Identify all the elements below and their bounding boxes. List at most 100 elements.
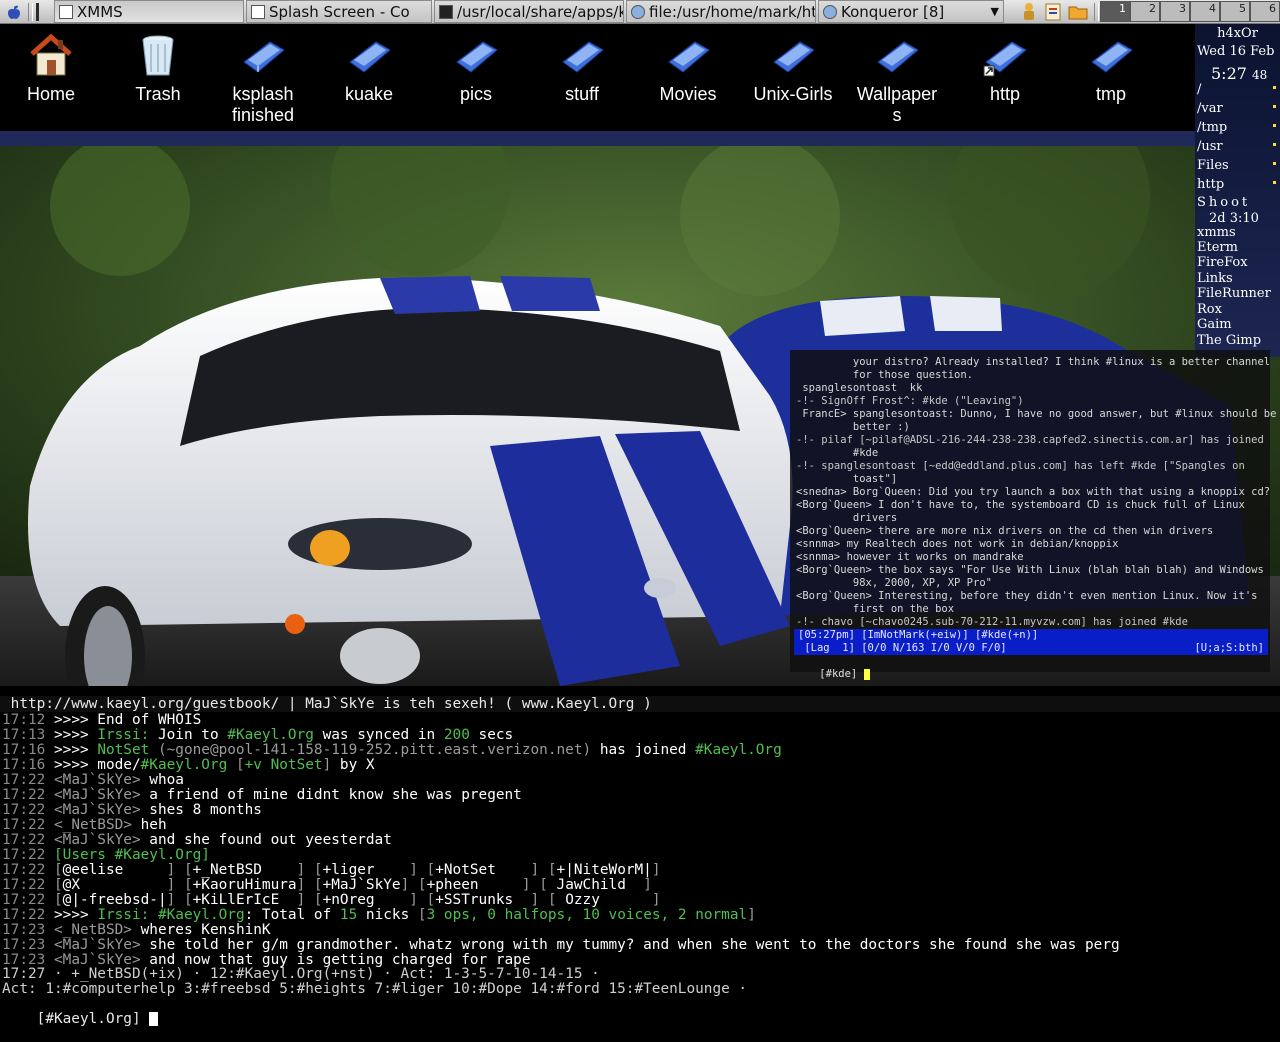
folder-icon (1088, 32, 1134, 78)
irc-message-text: +_NetBSD (192, 862, 297, 878)
task-splash-screen[interactable]: Splash Screen - Co (246, 0, 432, 23)
irc-message-line: spanglesontoast kk (796, 382, 923, 394)
irc-message-text: [ (45, 862, 63, 878)
desktop-icon-home[interactable]: Home (3, 32, 99, 105)
irc-message-line: -!- SignOff Frost^: #kde ("Leaving") (796, 395, 1024, 407)
irc-input[interactable]: [#Kaeyl.Org] (2, 997, 159, 1027)
user-icon[interactable] (1020, 2, 1038, 21)
konqueror-icon (823, 4, 837, 19)
irc-window-kde[interactable]: your distro? Already installed? I think … (790, 350, 1276, 680)
taskbar: XMMS Splash Screen - Co /usr/local/share… (0, 0, 1280, 24)
irc-timestamp: 17:16 (2, 742, 46, 758)
mount-led-icon (1273, 143, 1276, 146)
irc-message-text: secs (469, 727, 514, 743)
desktop-icon-label: tmp (1095, 84, 1126, 104)
irc-message-text: +SSTrunks (435, 892, 531, 908)
task-konqueror[interactable]: Konqueror [8] ▼ (818, 0, 1004, 23)
desktop-icon-http[interactable]: http (957, 32, 1053, 105)
irc-message-line: your distro? Already installed? I think … (796, 356, 1271, 368)
irc-timestamp: 17:22 (2, 832, 46, 848)
irc-timestamp: 17:13 (2, 727, 46, 743)
irc-message-text: shes 8 months (149, 802, 262, 818)
irc-message-text: wheres KenshinK (140, 922, 271, 938)
launcher-rox[interactable]: Rox (1197, 302, 1278, 317)
irc-message-line: drivers (796, 512, 898, 524)
desktop-icon-ksplash-finished[interactable]: ksplash finished (215, 32, 311, 126)
desktop-pager-4[interactable]: 4 (1190, 1, 1220, 22)
irc-message-text: whoa (149, 772, 184, 788)
irc-timestamp: 17:16 (2, 757, 46, 773)
irc-message-text: was synced in (313, 727, 444, 743)
taskbar-grip (1094, 3, 1099, 21)
save-icon (251, 4, 265, 19)
desktop-pager-5[interactable]: 5 (1220, 1, 1250, 22)
launcher-links[interactable]: Links (1197, 271, 1278, 286)
irc-message-text: ] [ (166, 877, 193, 893)
irc-message-text: #Kaeyl.Org (227, 727, 314, 743)
desktop-icon-wallpapers[interactable]: Wallpapers (854, 32, 940, 126)
desktop-icon-trash[interactable]: Trash (110, 32, 206, 105)
folder-icon[interactable] (1068, 2, 1088, 21)
folder-icon (346, 32, 392, 78)
irc-message-text: halfops, (495, 907, 583, 923)
launcher-firefox[interactable]: FireFox (1197, 255, 1278, 270)
kde-menu-icon[interactable] (6, 4, 22, 20)
task-xmms[interactable]: XMMS (54, 0, 244, 23)
irc-message-text: Irssi: (97, 907, 150, 923)
irc-status-line-1: [05:27pm] [ImNotMark(+eiw)] [#kde(+n)] (798, 629, 1039, 641)
desktop-icon-unix-girls[interactable]: Unix-Girls (745, 32, 841, 105)
irc-message-text: #Kaeyl.Org (114, 847, 202, 863)
irc-message-text: voices, (599, 907, 678, 923)
irc-message-text: ] [ (166, 862, 193, 878)
konqueror-icon (631, 4, 645, 19)
launcher-filerunner[interactable]: FileRunner (1197, 286, 1278, 301)
task-label: /usr/local/share/apps/k (457, 2, 624, 21)
irc-message-text: [Users (45, 847, 115, 863)
irc-window-kaeyl[interactable]: http://www.kaeyl.org/guestbook/ | MaJ`Sk… (0, 686, 1280, 1027)
launcher-xmms[interactable]: xmms (1197, 225, 1278, 240)
desktop-pager-2[interactable]: 2 (1130, 1, 1160, 22)
irc-message-text: 10 (582, 907, 600, 923)
launcher-eterm[interactable]: Eterm (1197, 240, 1278, 255)
desktop-icon-kuake[interactable]: kuake (321, 32, 417, 105)
mount-http[interactable]: http (1197, 177, 1278, 192)
chevron-down-icon[interactable]: ▼ (991, 5, 999, 18)
irc-status-bar: [05:27pm] [ImNotMark(+eiw)] [#kde(+n)] [… (794, 629, 1268, 655)
irc-message-line: 17:23 <_NetBSD> wheres KenshinK (2, 923, 271, 938)
uptime: 2d 3:10 (1209, 211, 1259, 226)
desktop-pager-6[interactable]: 6 (1250, 1, 1280, 22)
clipboard-icon[interactable] (1044, 2, 1062, 21)
screenshot-label[interactable]: Shoot (1197, 195, 1278, 210)
irc-message-line: 17:13 >>>> Irssi: Join to #Kaeyl.Org was… (2, 728, 513, 743)
desktop-pager-1[interactable]: 1 (1100, 1, 1130, 22)
mount-label: Files (1197, 158, 1229, 173)
desktop-icon-stuff[interactable]: stuff (534, 32, 630, 105)
irc-message-text: (~gone@pool-141-158-119-252.pitt.east.ve… (149, 742, 592, 758)
irc-message-text: : Total of (244, 907, 340, 923)
irc-message-line: <snnma> my Realtech does not work in deb… (796, 538, 1119, 550)
launcher-gaim[interactable]: Gaim (1197, 317, 1278, 332)
mount-files[interactable]: Files (1197, 158, 1278, 173)
irc-message-line: toast"] (796, 473, 898, 485)
irc-message-text: 0 (487, 907, 496, 923)
irc-status-line-2: Act: 1:#computerhelp 3:#freebsd 5:#heigh… (2, 981, 748, 997)
irc-message-text: +KaoruHimura (192, 877, 297, 893)
desktop-icon-movies[interactable]: Movies (640, 32, 736, 105)
task-usr-local-share[interactable]: /usr/local/share/apps/k (434, 0, 624, 23)
irc-message-text: ] [ (296, 877, 323, 893)
desktop-icon-tmp[interactable]: tmp (1063, 32, 1159, 105)
irc-message-text: she told her g/m grandmother. whatz wron… (149, 937, 1120, 953)
mount-var[interactable]: /var (1197, 101, 1278, 116)
launcher-the-gimp[interactable]: The Gimp (1197, 333, 1278, 348)
irc-message-text: ] [ (409, 862, 436, 878)
irc-message-line: 17:22 <MaJ`SkYe> whoa (2, 773, 184, 788)
desktop-icon-label: ksplash finished (231, 84, 295, 125)
desktop-pager-3[interactable]: 3 (1160, 1, 1190, 22)
mount-usr[interactable]: /usr (1197, 139, 1278, 154)
task-file-usr-home[interactable]: file:/usr/home/mark/htt (626, 0, 816, 23)
mount-tmp[interactable]: /tmp (1197, 120, 1278, 135)
desktop-icon-pics[interactable]: pics (428, 32, 524, 105)
irc-message-text: >>>> End of WHOIS (45, 712, 202, 728)
mount-root[interactable]: / (1197, 82, 1278, 97)
irc-message-text: ] [ (530, 892, 557, 908)
